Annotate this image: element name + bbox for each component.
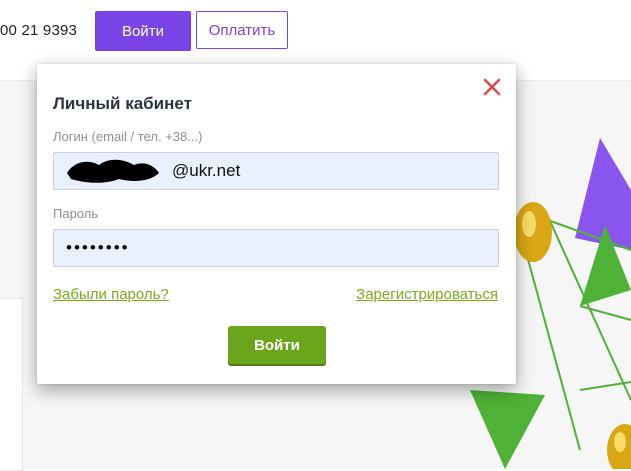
login-modal: Личный кабинет Логин (email / тел. +38..… <box>37 64 516 384</box>
modal-title: Личный кабинет <box>53 94 192 113</box>
phone-number[interactable]: 00 21 9393 <box>0 22 77 39</box>
background-card <box>0 298 23 471</box>
register-link[interactable]: Зарегистрироваться <box>356 286 498 303</box>
forgot-password-link[interactable]: Забыли пароль? <box>53 286 169 303</box>
close-icon[interactable] <box>481 76 503 98</box>
header-pay-button[interactable]: Оплатить <box>196 11 288 49</box>
login-field-label: Логин (email / тел. +38...) <box>53 129 203 144</box>
header-login-button[interactable]: Войти <box>95 11 191 51</box>
password-field-label: Пароль <box>53 206 99 221</box>
password-input[interactable] <box>53 229 499 267</box>
redaction-scribble <box>67 159 159 183</box>
login-submit-button[interactable]: Войти <box>228 326 326 364</box>
